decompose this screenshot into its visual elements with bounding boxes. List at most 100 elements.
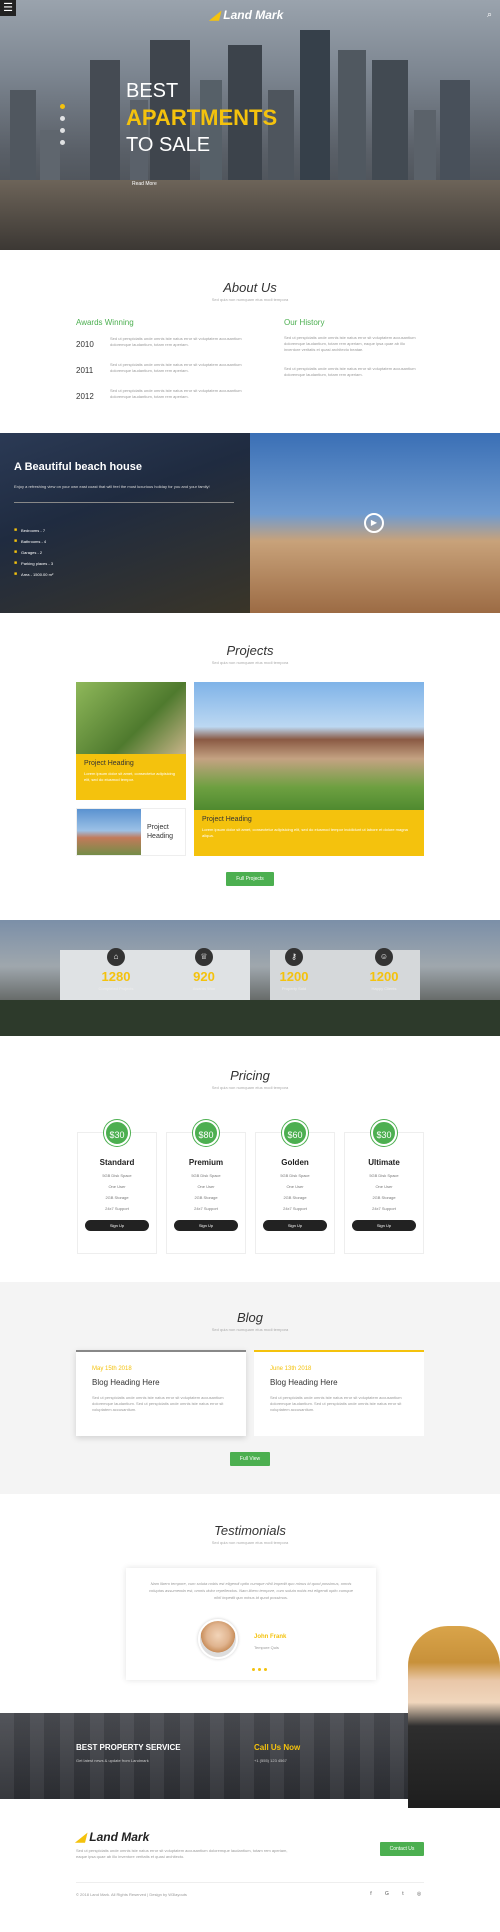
plan-feature: 2GB Storage [372, 1195, 396, 1200]
contact-us-button[interactable]: Contact Us [380, 1842, 424, 1856]
projects-title: Projects [226, 643, 274, 658]
project-text: Lorem ipsum dolor sit amet, consectetur … [202, 827, 408, 838]
hero-line2: APARTMENTS [126, 105, 278, 130]
project-heading: Project Heading [84, 760, 134, 767]
bath-icon: ■ [14, 538, 18, 544]
plan-feature: 24x7 Support [194, 1206, 218, 1211]
header-logo[interactable]: ◢ Land Mark [210, 8, 283, 22]
slider-dot[interactable] [264, 1668, 267, 1671]
plan-feature: 5GB Disk Space [280, 1173, 310, 1178]
plan-feature: 24x7 Support [372, 1206, 396, 1211]
play-icon[interactable]: ▶ [364, 513, 384, 533]
smile-icon: ☺ [375, 948, 393, 966]
read-more-link[interactable]: Read More [132, 181, 157, 187]
award-year: 2010 [76, 340, 94, 349]
award-year: 2012 [76, 392, 94, 401]
slider-dot[interactable] [60, 116, 65, 121]
blog-heading[interactable]: Blog Heading Here [270, 1378, 408, 1387]
footer-logo[interactable]: ◢ Land Mark [76, 1830, 149, 1844]
cta-phone[interactable]: +1 (555) 123 4567 [254, 1758, 287, 1763]
blog-card[interactable]: June 13th 2018 Blog Heading Here Sed ut … [254, 1350, 424, 1436]
sign-up-button[interactable]: Sign Up [85, 1220, 149, 1231]
testimonials-subtitle: Sed quia non numquam eius modi tempora [211, 1540, 289, 1545]
blog-heading[interactable]: Blog Heading Here [92, 1378, 230, 1387]
stat-item: ⌂ 1280 Completed Projects [86, 948, 146, 991]
full-view-button[interactable]: Full View [230, 1452, 270, 1466]
feature-label: Area - 1500.00 m² [21, 571, 54, 577]
project-card[interactable]: Project Heading Lorem ipsum dolor sit am… [194, 682, 424, 856]
project-image [194, 682, 424, 810]
full-projects-button[interactable]: Full Projects [226, 872, 274, 886]
pricing-title: Pricing [230, 1068, 270, 1083]
sign-up-button[interactable]: Sign Up [174, 1220, 238, 1231]
facebook-icon[interactable]: f [366, 1889, 376, 1899]
sign-up-button[interactable]: Sign Up [263, 1220, 327, 1231]
stat-label: Awards Won [192, 986, 216, 991]
blog-title: Blog [236, 1310, 264, 1325]
stat-number: 1200 [369, 969, 399, 984]
feature-label: Bathrooms - 4 [21, 538, 47, 544]
google-plus-icon[interactable]: G [382, 1889, 392, 1899]
blog-card[interactable]: May 15th 2018 Blog Heading Here Sed ut p… [76, 1350, 246, 1436]
plan-feature: 2GB Storage [105, 1195, 129, 1200]
history-paragraph: Sed ut perspiciatis unde omnis iste natu… [284, 366, 416, 377]
divider [76, 1882, 424, 1883]
logo-icon: ◢ [76, 1830, 86, 1844]
sign-up-button[interactable]: Sign Up [352, 1220, 416, 1231]
stat-number: 920 [193, 969, 215, 984]
feature-label: Parking places - 3 [21, 560, 54, 566]
plan-feature: One User [108, 1184, 126, 1189]
cta-right-title: Call Us Now [254, 1743, 301, 1752]
divider [14, 502, 234, 503]
dribbble-icon[interactable]: ◎ [414, 1889, 424, 1899]
slider-dot[interactable] [60, 140, 65, 145]
trophy-icon: ♕ [195, 948, 213, 966]
testimonial-name: John Frank [254, 1634, 287, 1640]
project-image [76, 682, 186, 754]
slider-dot[interactable] [60, 104, 65, 109]
stat-label: Completed Projects [98, 986, 134, 991]
testimonials-title: Testimonials [214, 1523, 286, 1538]
search-icon[interactable]: ⌕ [487, 9, 492, 20]
plan-name: Ultimate [368, 1158, 400, 1167]
beach-info-panel [0, 433, 250, 613]
copyright: © 2018 Land Mark. All Rights Reserved | … [76, 1892, 187, 1897]
blog-date: June 13th 2018 [270, 1366, 312, 1372]
award-text: Sed ut perspiciatis unde omnis iste natu… [110, 388, 242, 399]
feature-item: ■ Bedrooms - 7 [14, 527, 45, 533]
plan-name: Golden [281, 1158, 309, 1167]
stat-label: Property Sold [281, 986, 307, 991]
plan-feature: 24x7 Support [283, 1206, 307, 1211]
slider-dot[interactable] [60, 128, 65, 133]
plan-feature: 2GB Storage [194, 1195, 218, 1200]
project-card[interactable]: Project Heading Lorem ipsum dolor sit am… [76, 682, 186, 800]
cta-left-text: Get latest news & update from Landmark [76, 1758, 149, 1763]
slider-dot[interactable] [252, 1668, 255, 1671]
stat-item: ⚷ 1200 Property Sold [264, 948, 324, 991]
pricing-card: $60 Golden 5GB Disk Space One User 2GB S… [255, 1120, 335, 1254]
award-text: Sed ut perspiciatis unde omnis iste natu… [110, 362, 242, 373]
blog-excerpt: Sed ut perspiciatis unde omnis iste natu… [270, 1395, 402, 1412]
plan-feature: One User [197, 1184, 215, 1189]
agent-photo [408, 1626, 500, 1808]
award-text: Sed ut perspiciatis unde omnis iste natu… [110, 336, 242, 347]
twitter-icon[interactable]: t [398, 1889, 408, 1899]
history-title: Our History [284, 318, 325, 327]
about-title: About Us [223, 280, 277, 295]
key-icon: ⚷ [285, 948, 303, 966]
stat-item: ♕ 920 Awards Won [174, 948, 234, 991]
slider-dot[interactable] [258, 1668, 261, 1671]
pricing-card: $30 Ultimate 5GB Disk Space One User 2GB… [344, 1120, 424, 1254]
feature-label: Bedrooms - 7 [21, 527, 46, 533]
feature-label: Garages - 2 [21, 549, 43, 555]
pricing-subtitle: Sed quia non numquam eius modi tempora [211, 1085, 289, 1090]
stat-number: 1280 [101, 969, 131, 984]
stats-section [0, 920, 500, 1036]
menu-icon[interactable]: ☰ [0, 0, 16, 16]
feature-item: ■ Garages - 2 [14, 549, 42, 555]
hero-line3: TO SALE [126, 134, 211, 156]
project-card[interactable]: Project Heading [76, 808, 186, 856]
plan-feature: One User [286, 1184, 304, 1189]
avatar [198, 1619, 238, 1659]
stat-label: Happy Clients [371, 986, 397, 991]
